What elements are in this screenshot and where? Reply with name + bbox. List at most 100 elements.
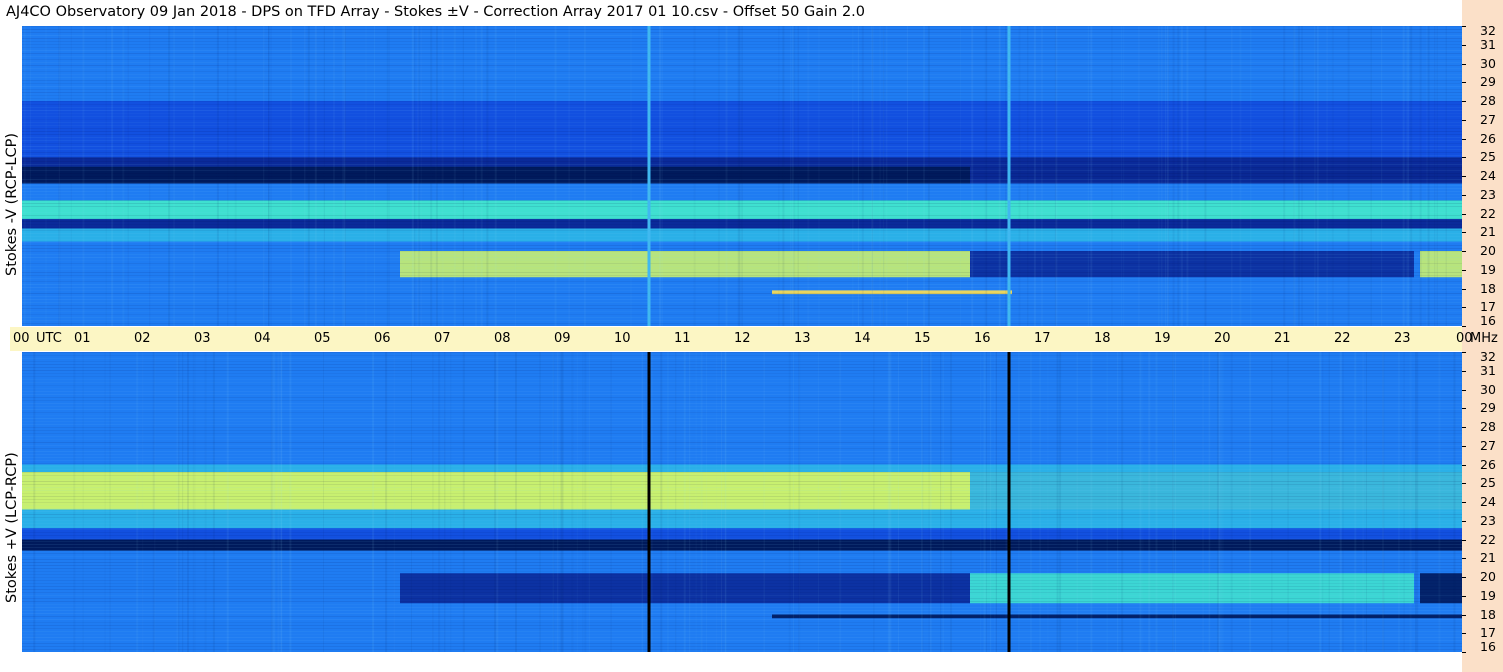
top-freq-tick-label: 25: [1480, 149, 1496, 164]
top-freq-tick-label: 17: [1480, 299, 1496, 314]
top-panel-ylabel: Stokes -V (RCP-LCP): [4, 132, 20, 276]
utc-hour-label: 13: [794, 331, 811, 346]
bottom-freq-tick-mark: [1462, 521, 1466, 522]
utc-hour-label: 10: [614, 331, 631, 346]
bottom-freq-tick-label: 20: [1480, 569, 1496, 584]
utc-hour-label: 01: [74, 331, 91, 346]
top-freq-tick-mark: [1462, 326, 1466, 327]
bottom-freq-tick-label: 16: [1480, 639, 1496, 654]
top-freq-tick-mark: [1462, 195, 1466, 196]
top-freq-tick-label: 32: [1480, 23, 1496, 38]
bottom-freq-tick-mark: [1462, 465, 1466, 466]
utc-hour-label: 19: [1154, 331, 1171, 346]
bottom-freq-tick-label: 28: [1480, 419, 1496, 434]
bottom-panel-ylabel: Stokes +V (LCP-RCP): [4, 452, 20, 603]
utc-hour-label: 18: [1094, 331, 1111, 346]
utc-hour-label: 00: [13, 331, 30, 346]
bottom-freq-tick-mark: [1462, 446, 1466, 447]
bottom-freq-tick-label: 26: [1480, 457, 1496, 472]
utc-hour-label: 16: [974, 331, 991, 346]
top-freq-tick-label: 31: [1480, 37, 1496, 52]
top-freq-tick-mark: [1462, 82, 1466, 83]
top-freq-tick-label: 27: [1480, 112, 1496, 127]
utc-hour-label: 03: [194, 331, 211, 346]
top-freq-tick-label: 22: [1480, 206, 1496, 221]
bottom-freq-tick-label: 17: [1480, 625, 1496, 640]
mhz-axis-unit-label: MHz: [1470, 331, 1498, 346]
top-freq-tick-label: 23: [1480, 187, 1496, 202]
bottom-freq-tick-label: 23: [1480, 513, 1496, 528]
top-freq-tick-label: 24: [1480, 168, 1496, 183]
top-freq-tick-label: 28: [1480, 93, 1496, 108]
utc-hour-label: 09: [554, 331, 571, 346]
bottom-frequency-band: [22, 464, 1462, 472]
bottom-freq-tick-label: 18: [1480, 607, 1496, 622]
top-spectrogram: [22, 26, 1462, 326]
top-freq-tick-mark: [1462, 270, 1466, 271]
bottom-freq-tick-label: 21: [1480, 550, 1496, 565]
top-freq-tick-label: 19: [1480, 262, 1496, 277]
bottom-freq-tick-mark: [1462, 390, 1466, 391]
utc-hour-label: 12: [734, 331, 751, 346]
utc-hour-label: 20: [1214, 331, 1231, 346]
utc-hour-label: 02: [134, 331, 151, 346]
bottom-freq-tick-label: 30: [1480, 382, 1496, 397]
utc-hour-label: 04: [254, 331, 271, 346]
utc-hour-label: 05: [314, 331, 331, 346]
top-freq-tick-label: 16: [1480, 313, 1496, 328]
bottom-freq-tick-mark: [1462, 502, 1466, 503]
utc-hour-label: 15: [914, 331, 931, 346]
bottom-freq-tick-mark: [1462, 652, 1466, 653]
bottom-freq-tick-mark: [1462, 371, 1466, 372]
bottom-freq-tick-mark: [1462, 427, 1466, 428]
bottom-freq-tick-mark: [1462, 408, 1466, 409]
bottom-freq-tick-mark: [1462, 558, 1466, 559]
bottom-frequency-band: [22, 509, 1462, 529]
bottom-freq-tick-label: 22: [1480, 532, 1496, 547]
utc-hour-label: 07: [434, 331, 451, 346]
bottom-freq-tick-mark: [1462, 577, 1466, 578]
bottom-freq-tick-mark: [1462, 540, 1466, 541]
utc-hour-label: 21: [1274, 331, 1291, 346]
top-spectrogram-svg: [22, 26, 1462, 326]
top-freq-tick-mark: [1462, 45, 1466, 46]
top-freq-tick-mark: [1462, 176, 1466, 177]
top-freq-tick-label: 20: [1480, 243, 1496, 258]
bottom-freq-tick-label: 25: [1480, 475, 1496, 490]
bottom-freq-tick-mark: [1462, 352, 1466, 353]
utc-hour-label: 11: [674, 331, 691, 346]
bottom-freq-tick-label: 27: [1480, 438, 1496, 453]
top-freq-tick-mark: [1462, 101, 1466, 102]
bottom-freq-tick-label: 24: [1480, 494, 1496, 509]
bottom-spectrogram: [22, 352, 1462, 652]
bottom-freq-tick-label: 32: [1480, 349, 1496, 364]
top-freq-tick-label: 26: [1480, 131, 1496, 146]
utc-hour-label: 08: [494, 331, 511, 346]
top-freq-tick-label: 18: [1480, 281, 1496, 296]
top-freq-tick-label: 21: [1480, 224, 1496, 239]
top-freq-tick-mark: [1462, 64, 1466, 65]
chart-title: AJ4CO Observatory 09 Jan 2018 - DPS on T…: [6, 4, 865, 20]
bottom-freq-tick-mark: [1462, 615, 1466, 616]
bottom-freq-tick-label: 29: [1480, 400, 1496, 415]
top-freq-tick-mark: [1462, 26, 1466, 27]
utc-hour-label: 22: [1334, 331, 1351, 346]
utc-hour-label: 06: [374, 331, 391, 346]
top-freq-tick-mark: [1462, 120, 1466, 121]
top-freq-tick-mark: [1462, 289, 1466, 290]
bottom-freq-tick-mark: [1462, 596, 1466, 597]
top-freq-tick-label: 29: [1480, 74, 1496, 89]
utc-axis-unit-label: UTC: [36, 331, 62, 346]
utc-hour-label: 14: [854, 331, 871, 346]
top-freq-tick-mark: [1462, 251, 1466, 252]
bottom-frequency-band: [22, 352, 1462, 465]
top-freq-tick-mark: [1462, 307, 1466, 308]
top-freq-tick-mark: [1462, 157, 1466, 158]
top-freq-tick-mark: [1462, 214, 1466, 215]
utc-hour-label: 23: [1394, 331, 1411, 346]
top-freq-tick-mark: [1462, 232, 1466, 233]
bottom-freq-tick-mark: [1462, 633, 1466, 634]
top-freq-tick-mark: [1462, 139, 1466, 140]
bottom-spectrogram-svg: [22, 352, 1462, 652]
bottom-freq-tick-label: 31: [1480, 363, 1496, 378]
